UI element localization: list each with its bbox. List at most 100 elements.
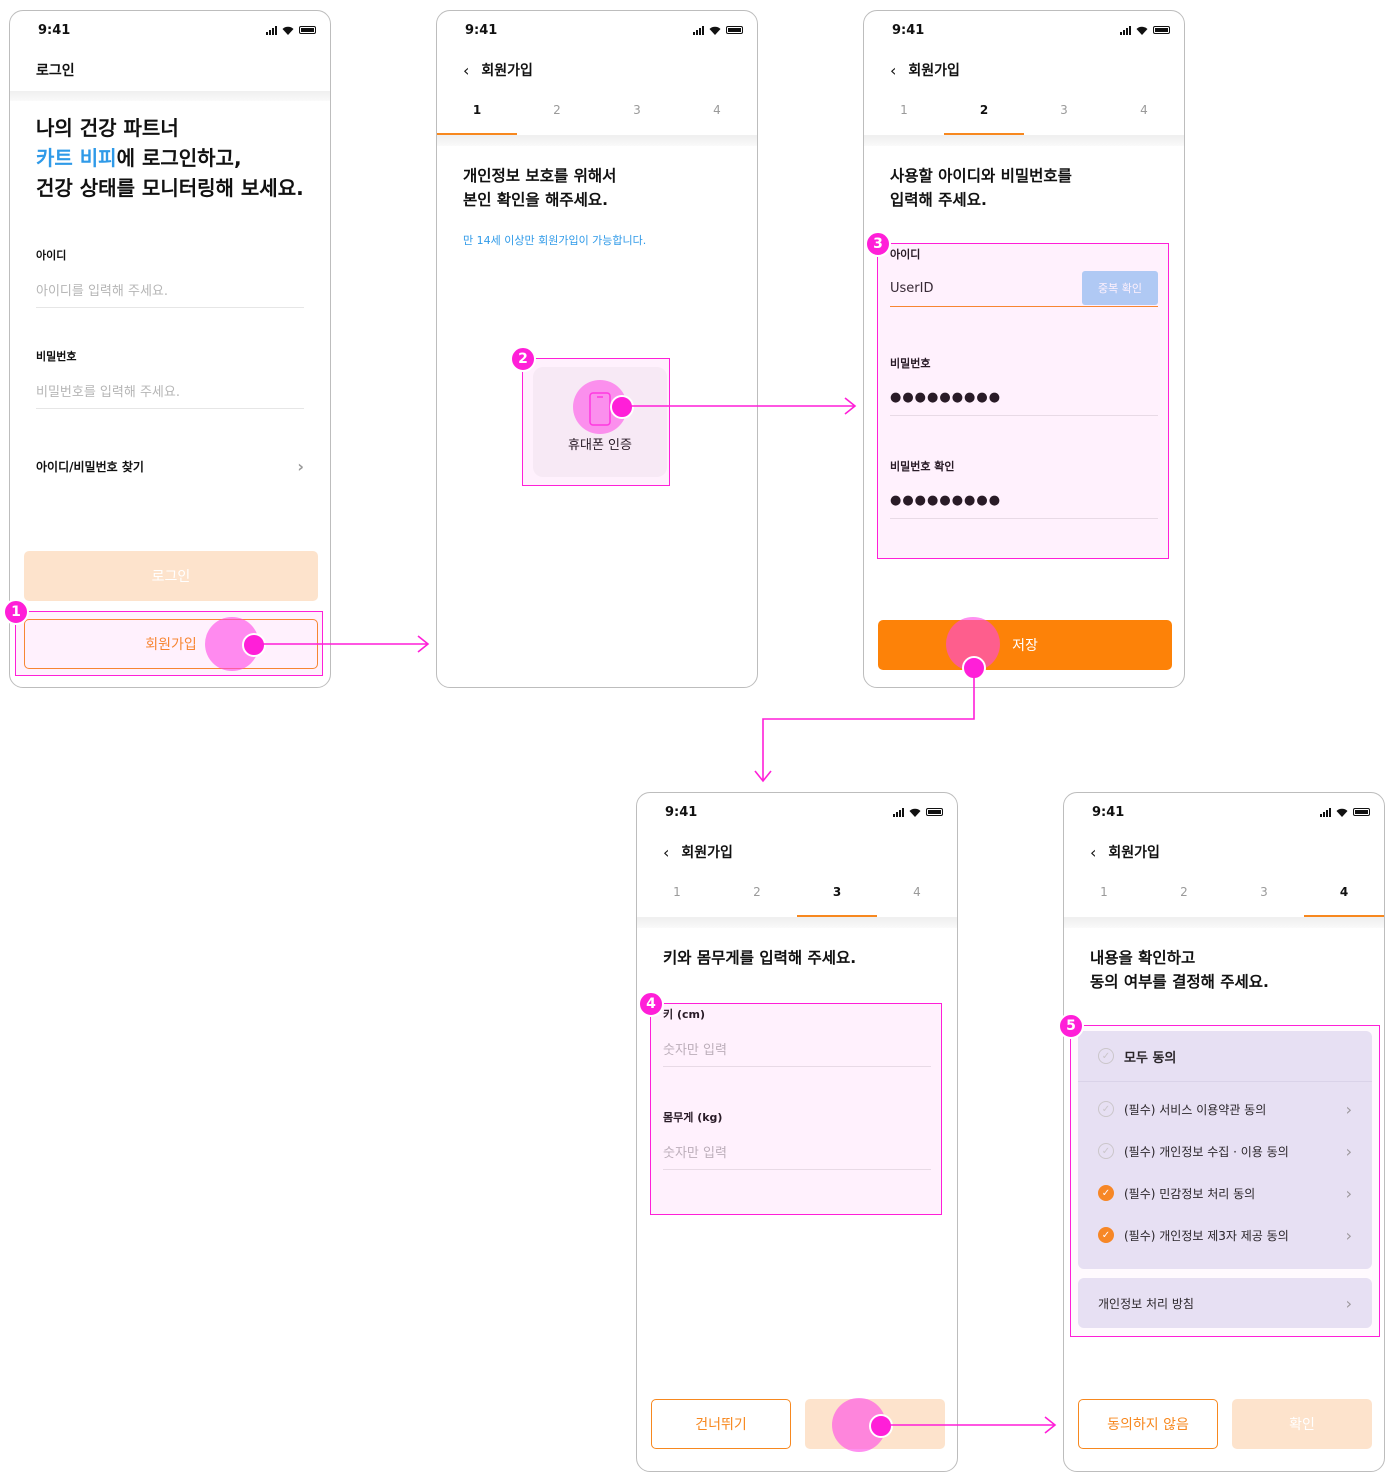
status-time: 9:41 (38, 22, 71, 38)
signal-icon (266, 25, 277, 35)
skip-button-label: 건너뛰기 (695, 1417, 747, 1433)
page-title: 로그인 (36, 63, 75, 79)
signal-icon (1320, 807, 1331, 817)
page-title: 회원가입 (908, 63, 960, 79)
tab-step-3[interactable]: 3 (597, 95, 677, 135)
step-title: 개인정보 보호를 위해서 본인 확인을 해주세요. (437, 164, 757, 212)
status-time: 9:41 (465, 22, 498, 38)
tab-step-2[interactable]: 2 (717, 877, 797, 917)
tab-step-3[interactable]: 3 (1224, 877, 1304, 917)
status-icons (693, 25, 743, 35)
tab-step-2[interactable]: 2 (517, 95, 597, 135)
page-title: 회원가입 (1108, 845, 1160, 861)
password-input[interactable]: 비밀번호를 입력해 주세요. (36, 372, 304, 409)
header-divider (1064, 918, 1384, 928)
title-line-2: 본인 확인을 해주세요. (463, 191, 609, 209)
header-divider (864, 136, 1184, 146)
step-tabs: 1 2 3 4 (864, 95, 1184, 136)
annotation-badge-5: 5 (1058, 1013, 1084, 1039)
tab-step-4[interactable]: 4 (1304, 877, 1384, 917)
tab-step-1[interactable]: 1 (637, 877, 717, 917)
annotation-box-5 (1070, 1025, 1380, 1337)
tab-step-1[interactable]: 1 (1064, 877, 1144, 917)
status-bar: 9:41 (637, 793, 957, 831)
step-tabs: 1 2 3 4 (637, 877, 957, 918)
screen-login: 9:41 로그인 나의 건강 파트너 카트 비피에 로그인하고, 건강 상태를 … (9, 10, 331, 688)
find-account-link[interactable]: 아이디/비밀번호 찾기 › (36, 457, 304, 476)
status-bar: 9:41 (10, 11, 330, 49)
tap-dot-2 (610, 395, 634, 419)
brand-name: 카트 비피 (36, 146, 117, 170)
headline-line-2: 카트 비피에 로그인하고, (36, 143, 304, 173)
skip-button[interactable]: 건너뛰기 (651, 1399, 791, 1449)
screen-signup-step-1: 9:41 ‹ 회원가입 1 2 3 4 개인정보 보호를 위해서 본인 확인을 … (436, 10, 758, 688)
wifi-icon (1136, 26, 1148, 35)
tab-step-4[interactable]: 4 (1104, 95, 1184, 135)
step-title: 사용할 아이디와 비밀번호를 입력해 주세요. (864, 164, 1184, 212)
page-title: 회원가입 (681, 845, 733, 861)
tap-dot-3 (962, 656, 986, 680)
status-icons (266, 25, 316, 35)
signal-icon (693, 25, 704, 35)
password-label: 비밀번호 (36, 350, 77, 363)
wifi-icon (282, 26, 294, 35)
signal-icon (893, 807, 904, 817)
password-placeholder: 비밀번호를 입력해 주세요. (36, 384, 180, 400)
header: ‹ 회원가입 (864, 49, 1184, 91)
login-button[interactable]: 로그인 (24, 551, 318, 601)
tap-dot-1 (242, 633, 266, 657)
status-bar: 9:41 (1064, 793, 1384, 831)
header: 로그인 (10, 49, 330, 91)
save-button[interactable]: 저장 (878, 620, 1172, 670)
battery-icon (1153, 26, 1170, 34)
back-arrow-icon[interactable]: ‹ (463, 61, 469, 80)
tab-step-3[interactable]: 3 (797, 877, 877, 917)
back-arrow-icon[interactable]: ‹ (663, 843, 669, 862)
tab-step-1[interactable]: 1 (864, 95, 944, 135)
header: ‹ 회원가입 (1064, 831, 1384, 873)
back-arrow-icon[interactable]: ‹ (1090, 843, 1096, 862)
status-bar: 9:41 (864, 11, 1184, 49)
confirm-button[interactable]: 확인 (1232, 1399, 1372, 1449)
status-bar: 9:41 (437, 11, 757, 49)
title-line-1: 내용을 확인하고 (1090, 949, 1196, 967)
tab-step-2[interactable]: 2 (1144, 877, 1224, 917)
battery-icon (926, 808, 943, 816)
tab-step-4[interactable]: 4 (677, 95, 757, 135)
title-line-2: 동의 여부를 결정해 주세요. (1090, 973, 1269, 991)
wifi-icon (709, 26, 721, 35)
tab-step-4[interactable]: 4 (877, 877, 957, 917)
annotation-badge-2: 2 (510, 346, 536, 372)
disagree-button[interactable]: 동의하지 않음 (1078, 1399, 1218, 1449)
id-placeholder: 아이디를 입력해 주세요. (36, 283, 168, 299)
step-title: 내용을 확인하고 동의 여부를 결정해 주세요. (1064, 946, 1384, 994)
annotation-box-1 (15, 611, 323, 676)
age-notice: 만 14세 이상만 회원가입이 가능합니다. (463, 234, 647, 247)
status-time: 9:41 (1092, 804, 1125, 820)
battery-icon (1353, 808, 1370, 816)
back-arrow-icon[interactable]: ‹ (890, 61, 896, 80)
id-label: 아이디 (36, 249, 67, 262)
tab-step-1[interactable]: 1 (437, 95, 517, 135)
status-time: 9:41 (892, 22, 925, 38)
headline-line-3: 건강 상태를 모니터링해 보세요. (36, 176, 304, 200)
annotation-box-3 (877, 243, 1169, 559)
headline-line-2-rest: 에 로그인하고, (116, 146, 242, 170)
header-divider (10, 91, 330, 101)
login-headline: 나의 건강 파트너 카트 비피에 로그인하고, 건강 상태를 모니터링해 보세요… (10, 101, 330, 203)
save-button-label: 저장 (1012, 638, 1038, 654)
header-divider (637, 918, 957, 928)
annotation-badge-3: 3 (865, 231, 891, 257)
step-tabs: 1 2 3 4 (1064, 877, 1384, 918)
tab-step-3[interactable]: 3 (1024, 95, 1104, 135)
battery-icon (726, 26, 743, 34)
annotation-badge-1: 1 (3, 599, 29, 625)
status-icons (1320, 807, 1370, 817)
wifi-icon (909, 808, 921, 817)
step-title: 키와 몸무게를 입력해 주세요. (663, 949, 857, 967)
tab-step-2[interactable]: 2 (944, 95, 1024, 135)
id-input[interactable]: 아이디를 입력해 주세요. (36, 271, 304, 308)
header-divider (437, 136, 757, 146)
signal-icon (1120, 25, 1131, 35)
title-line-1: 사용할 아이디와 비밀번호를 (890, 167, 1072, 185)
